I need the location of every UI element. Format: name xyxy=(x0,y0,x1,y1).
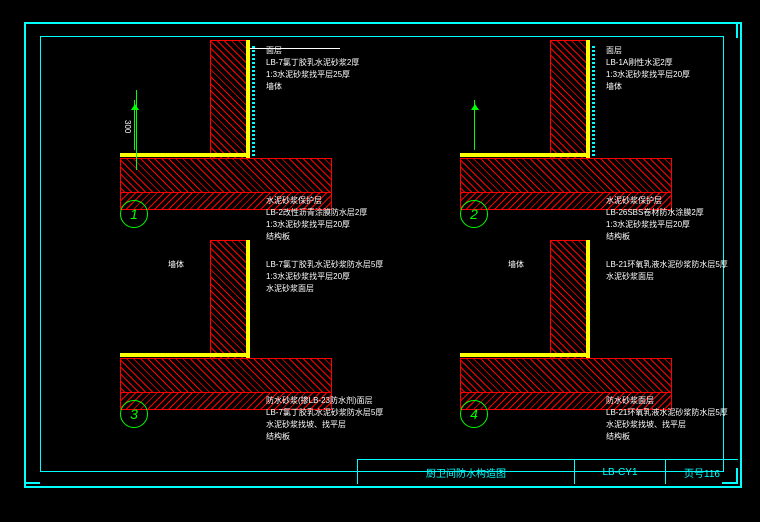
wall-layer-labels: 面层 LB-7氯丁胶乳水泥砂浆2厚 1:3水泥砂浆找平层25厚 墙体 xyxy=(266,46,359,92)
layer-label: 水泥砂浆保护层 xyxy=(266,196,367,206)
wall-layer-labels: LB-7氯丁胶乳水泥砂浆防水层5厚 1:3水泥砂浆找平层20厚 水泥砂浆面层 xyxy=(266,260,383,294)
drawing-title: 厨卫间防水构造图 xyxy=(357,460,574,484)
floor-layer-labels: 水泥砂浆保护层 LB-26SBS卷材防水涂膜2厚 1:3水泥砂浆找平层20厚 结… xyxy=(606,196,704,242)
detail-1[interactable]: 300 面层 LB-7氯丁胶乳水泥砂浆2厚 1:3水泥砂浆找平层25厚 墙体 水… xyxy=(60,40,380,240)
detail-3[interactable]: 墙体 LB-7氯丁胶乳水泥砂浆防水层5厚 1:3水泥砂浆找平层20厚 水泥砂浆面… xyxy=(60,240,380,440)
layer-label: 防水砂浆面层 xyxy=(606,396,728,406)
waterproof-coating-floor xyxy=(120,153,250,157)
layer-label: LB-7氯丁胶乳水泥砂浆防水层5厚 xyxy=(266,408,383,418)
detail-number-4[interactable]: 4 xyxy=(460,400,488,428)
layer-label: 墙体 xyxy=(606,82,690,92)
layer-label: 1:3水泥砂浆找平层20厚 xyxy=(266,220,367,230)
floor-layer-labels: 水泥砂浆保护层 LB-2改性沥青涂膜防水层2厚 1:3水泥砂浆找平层20厚 结构… xyxy=(266,196,367,242)
waterproof-membrane xyxy=(252,46,255,156)
waterproof-membrane xyxy=(592,46,595,156)
layer-label: 水泥砂浆面层 xyxy=(606,272,728,282)
layer-label: LB-7氯丁胶乳水泥砂浆2厚 xyxy=(266,58,359,68)
layer-label: LB-21环氧乳液水泥砂浆防水层5厚 xyxy=(606,260,728,270)
cad-drawing-canvas[interactable]: 300 面层 LB-7氯丁胶乳水泥砂浆2厚 1:3水泥砂浆找平层25厚 墙体 水… xyxy=(0,0,760,522)
waterproof-coating xyxy=(586,40,590,160)
layer-label: 防水砂浆(掺LB-23防水剂)面层 xyxy=(266,396,383,406)
dimension-arrow xyxy=(470,100,480,150)
layer-label: 水泥砂浆找坡、找平层 xyxy=(606,420,728,430)
detail-4[interactable]: 墙体 LB-21环氧乳液水泥砂浆防水层5厚 水泥砂浆面层 防水砂浆面层 LB-2… xyxy=(400,240,720,440)
wall-label: 墙体 xyxy=(508,260,524,270)
waterproof-coating xyxy=(246,40,250,160)
floor-layer-labels: 防水砂浆(掺LB-23防水剂)面层 LB-7氯丁胶乳水泥砂浆防水层5厚 水泥砂浆… xyxy=(266,396,383,442)
layer-label: 水泥砂浆面层 xyxy=(266,284,383,294)
layer-label: 1:3水泥砂浆找平层20厚 xyxy=(606,70,690,80)
floor-layer-labels: 防水砂浆面层 LB-21环氧乳液水泥砂浆防水层5厚 水泥砂浆找坡、找平层 结构板 xyxy=(606,396,728,442)
wall-vertical-hatch xyxy=(210,40,248,162)
detail-number-3[interactable]: 3 xyxy=(120,400,148,428)
waterproof-coating xyxy=(586,240,590,360)
layer-label: 1:3水泥砂浆找平层20厚 xyxy=(606,220,704,230)
wall-label: 墙体 xyxy=(168,260,184,270)
corner-mark xyxy=(722,22,738,38)
layer-label: 1:3水泥砂浆找平层20厚 xyxy=(266,272,383,282)
wall-vertical-hatch xyxy=(210,240,248,362)
waterproof-coating-floor xyxy=(460,353,590,357)
layer-label: LB-26SBS卷材防水涂膜2厚 xyxy=(606,208,704,218)
slab-hatch xyxy=(120,158,332,196)
leader-line xyxy=(250,48,340,49)
layer-label: 面层 xyxy=(606,46,690,56)
layer-label: LB-21环氧乳液水泥砂浆防水层5厚 xyxy=(606,408,728,418)
slab-hatch xyxy=(460,158,672,196)
layer-label: LB-7氯丁胶乳水泥砂浆防水层5厚 xyxy=(266,260,383,270)
title-block: 厨卫间防水构造图 LB-CY1 页号116 xyxy=(357,459,738,484)
dimension-line xyxy=(136,90,137,170)
dim-text: 300 xyxy=(122,120,132,133)
drawing-code: LB-CY1 xyxy=(574,460,665,484)
layer-label: 水泥砂浆找坡、找平层 xyxy=(266,420,383,430)
layer-label: LB-1A刚性水泥2厚 xyxy=(606,58,690,68)
layer-label: 结构板 xyxy=(606,432,728,442)
corner-mark xyxy=(24,22,40,38)
waterproof-coating-floor xyxy=(120,353,250,357)
detail-number-2[interactable]: 2 xyxy=(460,200,488,228)
slab-hatch xyxy=(460,358,672,396)
slab-hatch xyxy=(120,358,332,396)
page-number: 页号116 xyxy=(665,460,738,484)
wall-layer-labels: LB-21环氧乳液水泥砂浆防水层5厚 水泥砂浆面层 xyxy=(606,260,728,282)
corner-mark xyxy=(24,468,40,484)
detail-2[interactable]: 面层 LB-1A刚性水泥2厚 1:3水泥砂浆找平层20厚 墙体 水泥砂浆保护层 … xyxy=(400,40,720,240)
waterproof-coating xyxy=(246,240,250,360)
layer-label: LB-2改性沥青涂膜防水层2厚 xyxy=(266,208,367,218)
wall-layer-labels: 面层 LB-1A刚性水泥2厚 1:3水泥砂浆找平层20厚 墙体 xyxy=(606,46,690,92)
layer-label: 1:3水泥砂浆找平层25厚 xyxy=(266,70,359,80)
waterproof-coating-floor xyxy=(460,153,590,157)
layer-label: 水泥砂浆保护层 xyxy=(606,196,704,206)
layer-label: 结构板 xyxy=(266,432,383,442)
layer-label: 墙体 xyxy=(266,82,359,92)
wall-vertical-hatch xyxy=(550,240,588,362)
detail-number-1[interactable]: 1 xyxy=(120,200,148,228)
wall-vertical-hatch xyxy=(550,40,588,162)
